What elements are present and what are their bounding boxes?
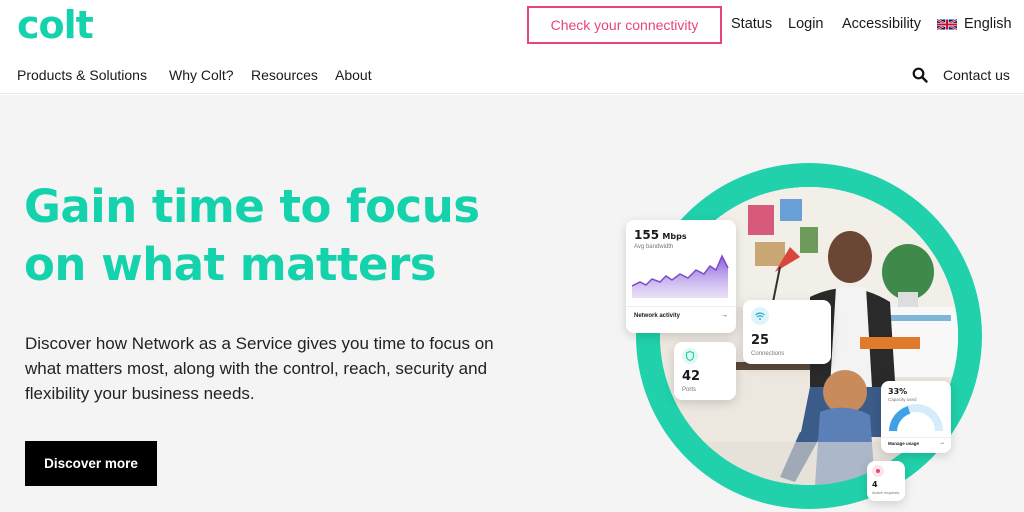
connections-label: Connections — [751, 351, 785, 357]
bandwidth-sparkline — [632, 254, 729, 298]
connections-card: 25 Connections — [743, 300, 831, 364]
hero-headline-line-2: on what matters — [24, 238, 437, 291]
capacity-value: 33% — [888, 387, 908, 396]
uk-flag-icon[interactable] — [937, 18, 957, 31]
bandwidth-card: 155 Mbps Avg bandwidth Network activity … — [626, 220, 736, 333]
arrow-right-icon[interactable]: → — [939, 440, 945, 446]
requests-label: Active requests — [872, 490, 900, 495]
network-activity-link[interactable]: Network activity — [634, 313, 680, 319]
ports-label: Ports — [682, 387, 697, 393]
bandwidth-label: Avg bandwidth — [634, 244, 674, 250]
colt-logo[interactable]: colt — [17, 3, 94, 47]
bandwidth-value-row: 155 Mbps — [634, 228, 687, 242]
status-link[interactable]: Status — [731, 16, 772, 32]
accessibility-link[interactable]: Accessibility — [842, 16, 921, 32]
wifi-icon — [751, 307, 769, 325]
nav-item-resources[interactable]: Resources — [251, 67, 318, 83]
bandwidth-unit: Mbps — [662, 232, 687, 241]
hero-headline-line-1: Gain time to focus — [24, 180, 480, 233]
language-selector[interactable]: English — [964, 16, 1012, 32]
requests-card: 4 Active requests — [867, 461, 905, 501]
hero-headline: Gain time to focus on what matters — [24, 178, 544, 294]
login-link[interactable]: Login — [788, 16, 823, 32]
capacity-label: Capacity used — [888, 397, 917, 402]
nav-item-why-colt[interactable]: Why Colt? — [169, 67, 234, 83]
ports-value: 42 — [682, 369, 701, 384]
hero-section: Gain time to focus on what matters Disco… — [0, 95, 1024, 512]
bandwidth-value: 155 — [634, 228, 660, 242]
shield-icon — [682, 348, 698, 364]
requests-value: 4 — [872, 480, 878, 489]
contact-us-link[interactable]: Contact us — [943, 67, 1010, 83]
capacity-divider — [881, 437, 951, 438]
arrow-right-icon[interactable]: → — [721, 312, 728, 319]
check-connectivity-button[interactable]: Check your connectivity — [527, 6, 722, 44]
search-icon[interactable] — [912, 67, 928, 83]
hero-description: Discover how Network as a Service gives … — [25, 334, 494, 403]
nav-item-about[interactable]: About — [335, 67, 372, 83]
ports-card: 42 Ports — [674, 342, 736, 400]
discover-more-button[interactable]: Discover more — [25, 441, 157, 486]
manage-usage-link[interactable]: Manage usage — [888, 441, 919, 446]
site-header: colt Check your connectivity Status Logi… — [0, 0, 1024, 94]
bandwidth-divider — [626, 306, 736, 307]
capacity-card: 33% Capacity used Manage usage → — [881, 381, 951, 453]
nav-item-products-solutions[interactable]: Products & Solutions — [17, 67, 147, 83]
alert-icon — [872, 465, 884, 477]
connections-value: 25 — [751, 333, 770, 348]
capacity-gauge — [889, 404, 943, 432]
